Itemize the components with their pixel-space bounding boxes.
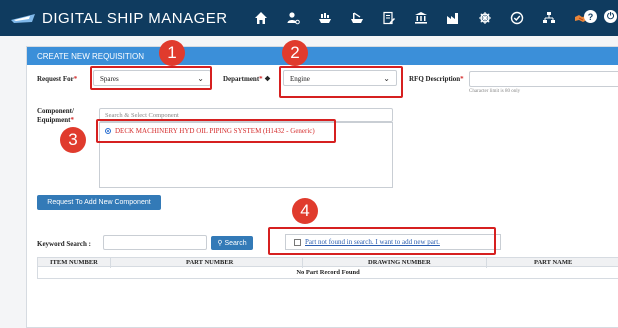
rfq-description-input[interactable] bbox=[469, 71, 618, 87]
document-edit-icon[interactable] bbox=[374, 8, 404, 28]
parts-table: ITEM NUMBER PART NUMBER DRAWING NUMBER P… bbox=[37, 257, 618, 279]
main-nav bbox=[246, 8, 598, 28]
table-row: No Part Record Found bbox=[37, 267, 618, 279]
annotation-box-2 bbox=[279, 66, 403, 98]
org-chart-icon[interactable] bbox=[534, 8, 564, 28]
rfq-description-label: RFQ Description* bbox=[409, 75, 464, 83]
bank-icon[interactable] bbox=[406, 8, 436, 28]
keyword-search-input[interactable] bbox=[103, 235, 207, 250]
ship-logo-icon bbox=[11, 14, 35, 23]
top-navbar: DIGITAL SHIP MANAGER ? ⏻ bbox=[0, 0, 618, 36]
app-title: DIGITAL SHIP MANAGER bbox=[42, 9, 228, 27]
request-add-component-button[interactable]: Request To Add New Component bbox=[37, 195, 161, 210]
col-item-number: ITEM NUMBER bbox=[50, 259, 98, 266]
user-settings-icon[interactable] bbox=[278, 8, 308, 28]
annotation-box-1 bbox=[90, 66, 212, 90]
topbar-right: ? ⏻ bbox=[584, 10, 618, 23]
component-label: Component/ Equipment* bbox=[37, 107, 74, 124]
department-label: Department* ❖ bbox=[223, 75, 271, 83]
factory-icon[interactable] bbox=[438, 8, 468, 28]
keyword-search-label: Keyword Search : bbox=[37, 240, 91, 248]
annotation-number-2: 2 bbox=[282, 40, 308, 66]
ship-icon[interactable] bbox=[310, 8, 340, 28]
help-icon[interactable]: ? bbox=[584, 10, 597, 23]
search-button[interactable]: ⚲ Search bbox=[211, 236, 253, 250]
rfq-character-hint: Character limit is 80 only bbox=[469, 89, 521, 94]
annotation-number-4: 4 bbox=[292, 198, 318, 224]
crane-ship-icon[interactable] bbox=[342, 8, 372, 28]
badge-check-icon[interactable] bbox=[502, 8, 532, 28]
col-drawing-number: DRAWING NUMBER bbox=[368, 259, 431, 266]
col-part-number: PART NUMBER bbox=[186, 259, 234, 266]
annotation-box-4 bbox=[268, 227, 496, 255]
power-icon[interactable]: ⏻ bbox=[604, 10, 617, 23]
brand[interactable]: DIGITAL SHIP MANAGER bbox=[10, 7, 228, 29]
annotation-number-1: 1 bbox=[159, 40, 185, 66]
annotation-number-3: 3 bbox=[60, 127, 86, 153]
search-icon: ⚲ bbox=[217, 240, 223, 247]
annotation-box-3 bbox=[96, 119, 336, 143]
empty-message: No Part Record Found bbox=[296, 269, 360, 276]
table-header: ITEM NUMBER PART NUMBER DRAWING NUMBER P… bbox=[37, 257, 618, 268]
home-icon[interactable] bbox=[246, 8, 276, 28]
info-icon: ❖ bbox=[264, 75, 271, 83]
panel-title: CREATE NEW REQUISITION bbox=[27, 47, 618, 65]
request-for-label: Request For* bbox=[37, 75, 78, 83]
col-part-name: PART NAME bbox=[534, 259, 573, 266]
ship-wheel-icon[interactable] bbox=[470, 8, 500, 28]
